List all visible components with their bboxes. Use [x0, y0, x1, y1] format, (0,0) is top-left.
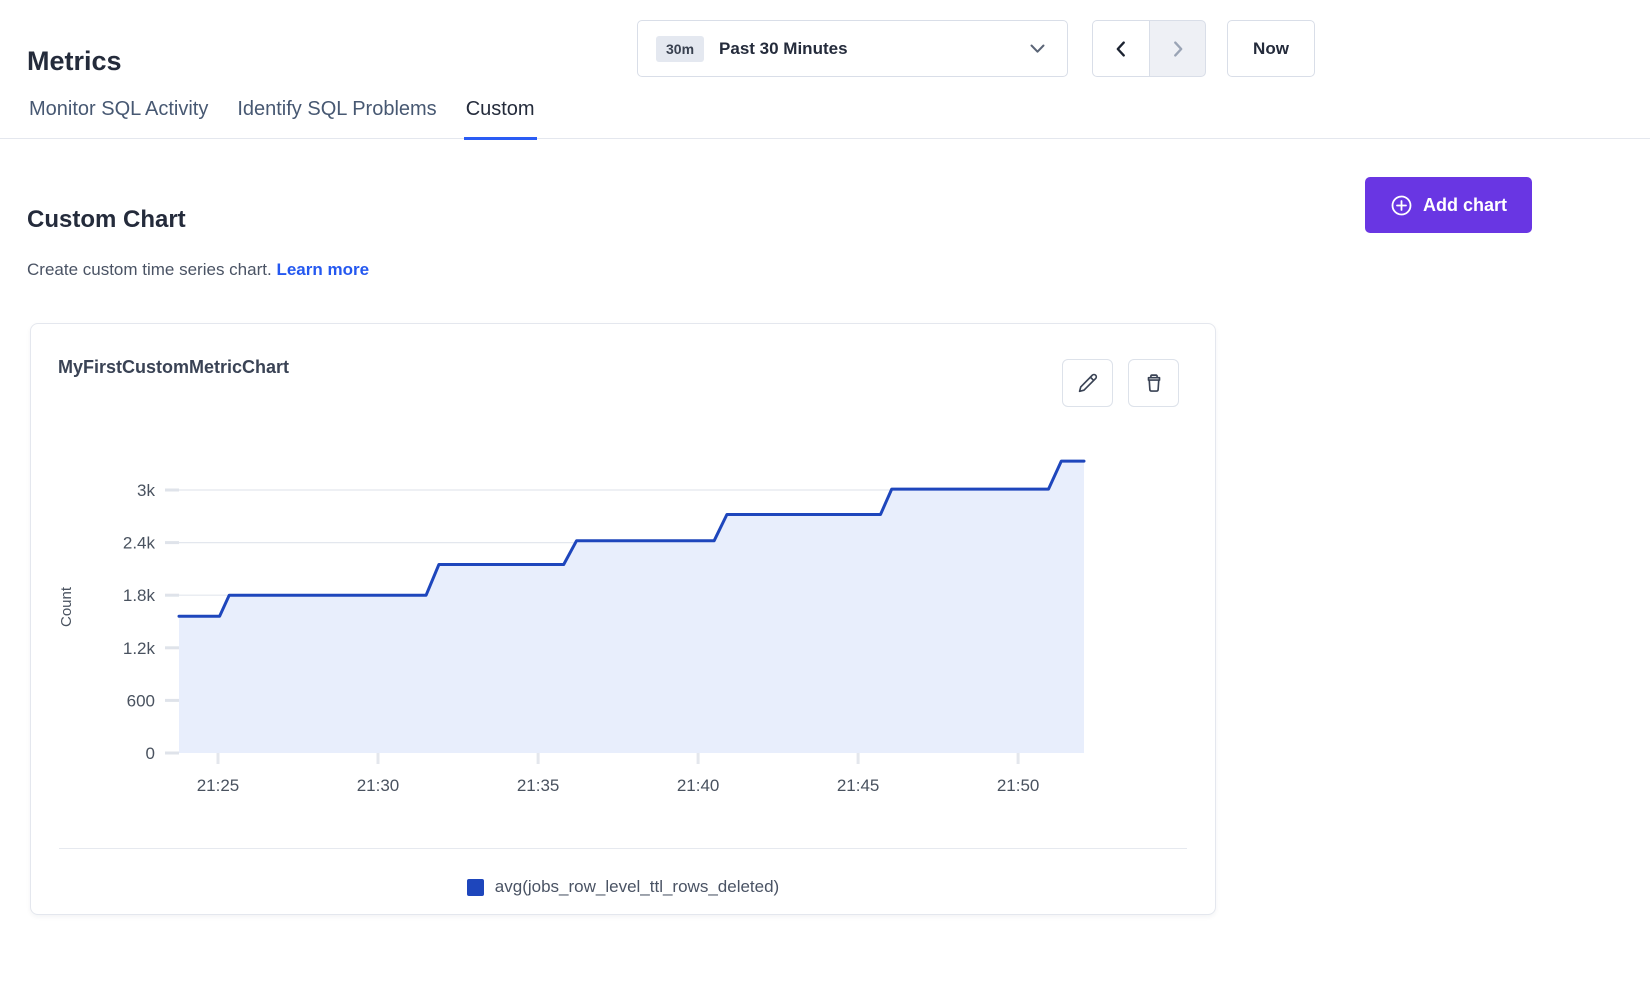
add-chart-button[interactable]: Add chart [1365, 177, 1532, 233]
tab-identify-sql-problems[interactable]: Identify SQL Problems [235, 98, 438, 140]
chevron-down-icon [1030, 44, 1045, 54]
svg-text:1.2k: 1.2k [123, 639, 156, 658]
tab-monitor-sql-activity[interactable]: Monitor SQL Activity [27, 98, 210, 140]
svg-text:21:30: 21:30 [357, 776, 400, 795]
chevron-left-icon [1110, 38, 1132, 60]
legend-series-label: avg(jobs_row_level_ttl_rows_deleted) [495, 877, 779, 897]
svg-text:21:45: 21:45 [837, 776, 880, 795]
custom-chart-svg[interactable]: 0 600 1.2k 1.8k 2.4k 3k 21:25 21:30 21:35 21:40 21… [31, 324, 1217, 916]
time-step-controls [1092, 20, 1206, 77]
learn-more-link[interactable]: Learn more [276, 260, 369, 279]
subtitle-text: Create custom time series chart. [27, 260, 272, 279]
time-range-label: Past 30 Minutes [719, 39, 1015, 59]
svg-text:21:25: 21:25 [197, 776, 240, 795]
chevron-right-icon [1167, 38, 1189, 60]
svg-text:600: 600 [127, 691, 155, 710]
now-button[interactable]: Now [1227, 20, 1315, 77]
time-range-badge: 30m [656, 36, 704, 62]
svg-text:21:50: 21:50 [997, 776, 1040, 795]
svg-text:1.8k: 1.8k [123, 586, 156, 605]
legend-color-swatch [467, 879, 484, 896]
svg-text:21:40: 21:40 [677, 776, 720, 795]
svg-text:21:35: 21:35 [517, 776, 560, 795]
add-chart-button-label: Add chart [1423, 195, 1507, 216]
section-subtitle: Create custom time series chart. Learn m… [27, 260, 369, 280]
custom-chart-heading: Custom Chart [27, 206, 186, 234]
time-range-dropdown[interactable]: 30m Past 30 Minutes [637, 20, 1068, 77]
tab-custom[interactable]: Custom [464, 98, 537, 140]
plus-circle-icon [1390, 194, 1413, 217]
previous-timeframe-button[interactable] [1092, 20, 1149, 77]
svg-text:Count: Count [58, 586, 75, 627]
chart-legend-item[interactable]: avg(jobs_row_level_ttl_rows_deleted) [31, 877, 1215, 897]
next-timeframe-button[interactable] [1149, 20, 1206, 77]
metrics-tab-bar: Monitor SQL Activity Identify SQL Proble… [0, 98, 1650, 139]
svg-text:2.4k: 2.4k [123, 534, 156, 553]
card-divider [59, 848, 1187, 849]
page-title: Metrics [27, 46, 122, 77]
svg-text:0: 0 [146, 744, 155, 763]
custom-metric-chart-card: MyFirstCustomMetricChart 06001.2k1.8k2.4… [30, 323, 1216, 915]
svg-text:3k: 3k [137, 481, 155, 500]
